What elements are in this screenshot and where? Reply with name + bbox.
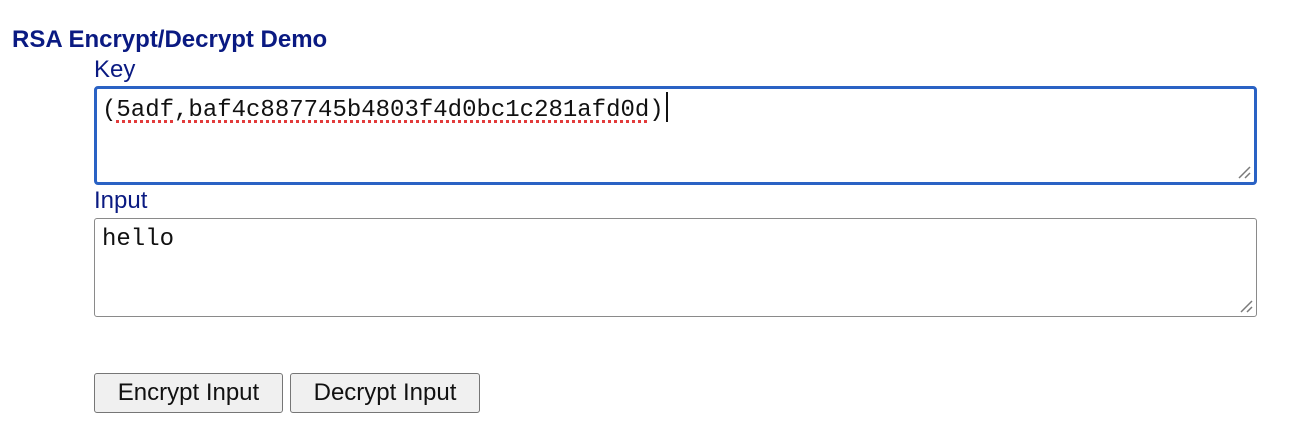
key-value-open: (	[102, 97, 117, 124]
page-title: RSA Encrypt/Decrypt Demo	[12, 26, 328, 53]
key-value-misspelled: 5adf,baf4c887745b4803f4d0bc1c281afd0d	[116, 97, 650, 124]
encrypt-input-button[interactable]: Encrypt Input	[94, 373, 283, 413]
decrypt-input-button[interactable]: Decrypt Input	[290, 373, 480, 413]
key-value: (5adf,baf4c887745b4803f4d0bc1c281afd0d)	[102, 97, 664, 124]
input-textarea[interactable]: hello	[94, 218, 1257, 317]
resize-grip-icon[interactable]	[1236, 296, 1254, 314]
key-value-close: )	[649, 97, 664, 124]
input-label: Input	[94, 187, 148, 214]
input-value: hello	[102, 226, 175, 253]
resize-grip-icon[interactable]	[1234, 162, 1252, 180]
key-label: Key	[94, 56, 136, 83]
text-caret	[665, 92, 668, 122]
key-textarea[interactable]: (5adf,baf4c887745b4803f4d0bc1c281afd0d)	[94, 86, 1257, 185]
